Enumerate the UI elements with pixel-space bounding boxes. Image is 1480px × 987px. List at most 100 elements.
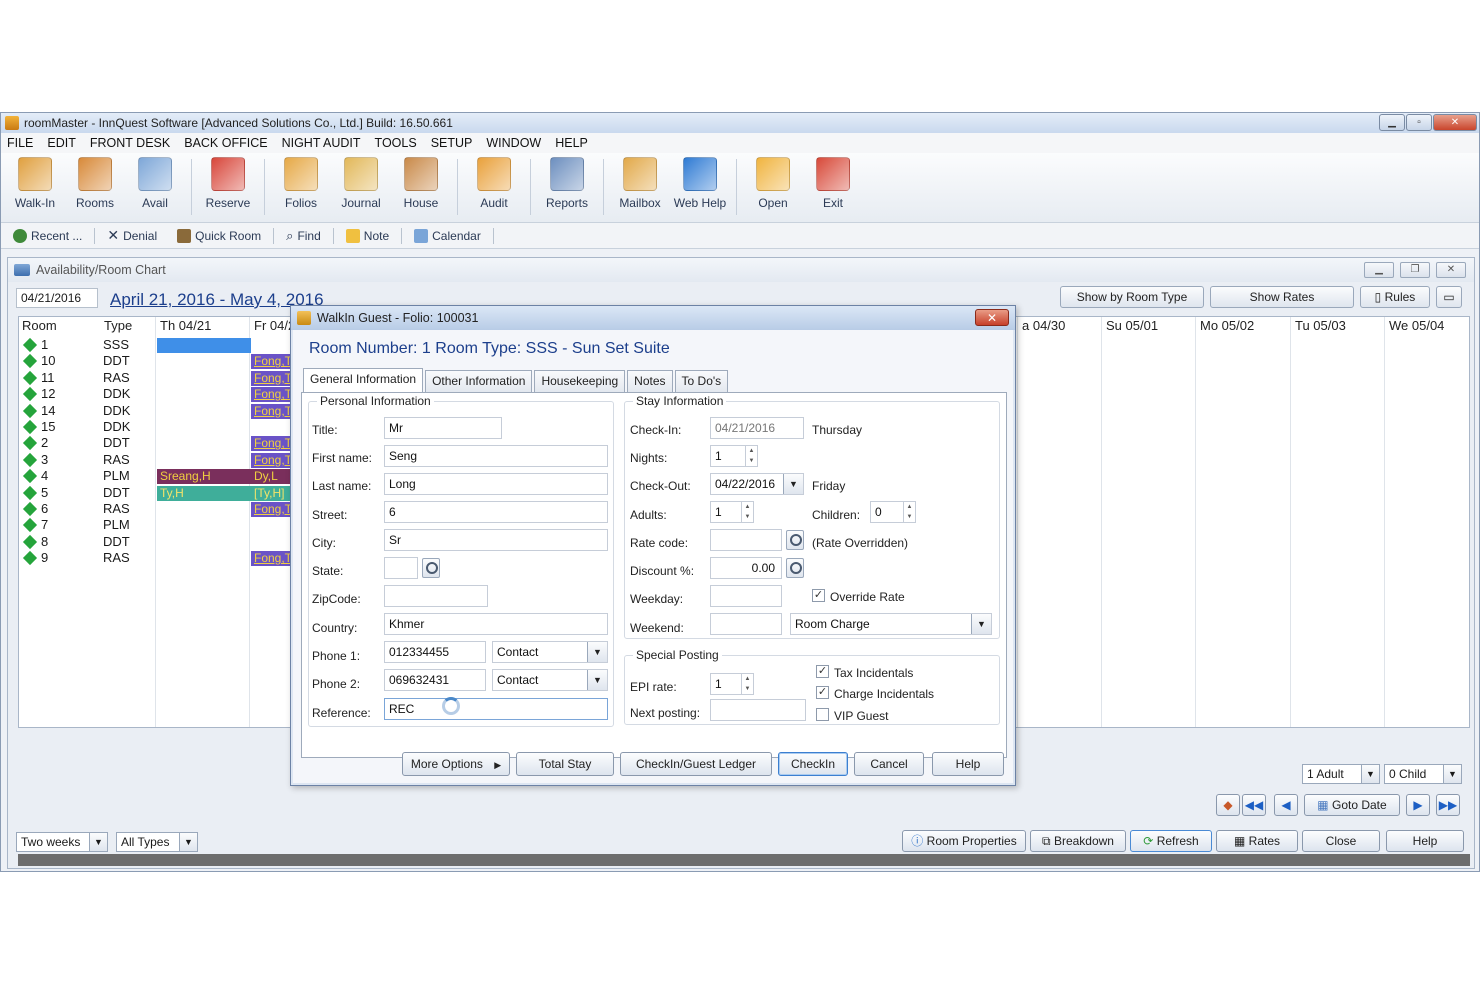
toolbar-walk-in-button[interactable]: Walk-In bbox=[5, 153, 65, 210]
nights-stepper[interactable]: 1 ▲ ▼ bbox=[710, 445, 758, 467]
spin-arrows-icon[interactable]: ▲ ▼ bbox=[745, 446, 757, 466]
discount-field[interactable]: 0.00 bbox=[710, 557, 782, 579]
chart-restore-button[interactable]: ❐ bbox=[1400, 262, 1430, 278]
room-row[interactable]: 2 DDT bbox=[19, 435, 149, 451]
first-page-button[interactable]: ◀◀ bbox=[1242, 794, 1266, 816]
tab-other-information[interactable]: Other Information bbox=[425, 370, 533, 392]
booking-bar[interactable]: Fong,T bbox=[251, 452, 291, 468]
phone-1-field[interactable]: 012334455 bbox=[384, 641, 486, 663]
window-view-button[interactable]: ▭ bbox=[1436, 286, 1462, 308]
discount-lookup-button[interactable] bbox=[786, 558, 804, 578]
tab-general-information[interactable]: General Information bbox=[303, 368, 424, 392]
room-properties-button[interactable]: ⓘ Room Properties bbox=[902, 830, 1026, 852]
children-stepper[interactable]: 0 ▲ ▼ bbox=[870, 501, 916, 523]
rate-code-lookup-button[interactable] bbox=[786, 530, 804, 550]
total-stay-button[interactable]: Total Stay bbox=[516, 752, 614, 776]
title-field[interactable]: Mr bbox=[384, 417, 502, 439]
menu-setup[interactable]: SETUP bbox=[431, 136, 473, 150]
dialog-close-button[interactable]: ✕ bbox=[975, 309, 1009, 326]
toolbar-reports-button[interactable]: Reports bbox=[537, 153, 597, 210]
room-row[interactable]: 7 PLM bbox=[19, 517, 149, 533]
menu-file[interactable]: FILE bbox=[7, 136, 33, 150]
rules-button[interactable]: ▯ Rules bbox=[1360, 286, 1430, 308]
menu-back-office[interactable]: BACK OFFICE bbox=[184, 136, 267, 150]
denial-button[interactable]: ✕ Denial bbox=[99, 227, 165, 244]
menu-night-audit[interactable]: NIGHT AUDIT bbox=[282, 136, 361, 150]
toolbar-mailbox-button[interactable]: Mailbox bbox=[610, 153, 670, 210]
show-by-room-type-button[interactable]: Show by Room Type bbox=[1060, 286, 1204, 308]
checkin-button[interactable]: CheckIn bbox=[778, 752, 848, 776]
note-button[interactable]: Note bbox=[338, 228, 397, 243]
chevron-down-icon[interactable]: ▼ bbox=[783, 474, 803, 494]
toolbar-rooms-button[interactable]: Rooms bbox=[65, 153, 125, 210]
chart-horizontal-scrollbar[interactable] bbox=[18, 854, 1470, 866]
booking-bar[interactable]: Fong,T bbox=[251, 370, 291, 386]
weekend-rate-field[interactable] bbox=[710, 613, 782, 635]
adults-stepper[interactable]: 1 ▲ ▼ bbox=[710, 501, 754, 523]
minimize-button[interactable]: ▁ bbox=[1379, 114, 1405, 131]
close-button[interactable]: ✕ bbox=[1433, 114, 1477, 131]
room-row[interactable]: 11 RAS bbox=[19, 370, 149, 386]
reference-field[interactable]: REC bbox=[384, 698, 608, 720]
state-lookup-button[interactable] bbox=[422, 558, 440, 578]
zipcode-field[interactable] bbox=[384, 585, 488, 607]
booking-bar[interactable]: Dy,L bbox=[251, 469, 291, 485]
show-rates-button[interactable]: Show Rates bbox=[1210, 286, 1354, 308]
menu-front-desk[interactable]: FRONT DESK bbox=[90, 136, 170, 150]
check-out-date-field[interactable]: 04/22/2016 ▼ bbox=[710, 473, 804, 495]
child-select[interactable]: 0 Child ▼ bbox=[1384, 764, 1462, 784]
phone-2-type-select[interactable]: Contact ▼ bbox=[492, 669, 608, 691]
booking-bar[interactable] bbox=[157, 338, 251, 353]
booking-bar[interactable]: Fong,T bbox=[251, 354, 291, 370]
booking-bar[interactable]: Fong,T bbox=[251, 502, 291, 517]
state-field[interactable] bbox=[384, 557, 418, 579]
menu-edit[interactable]: EDIT bbox=[47, 136, 75, 150]
first-name-field[interactable]: Seng bbox=[384, 445, 608, 467]
goto-date-button[interactable]: ▦ Goto Date bbox=[1304, 794, 1400, 816]
phone-2-field[interactable]: 069632431 bbox=[384, 669, 486, 691]
chart-minimize-button[interactable]: ▁ bbox=[1364, 262, 1394, 278]
vip-guest-checkbox[interactable] bbox=[816, 708, 829, 721]
toolbar-reserve-button[interactable]: Reserve bbox=[198, 153, 258, 210]
type-filter-select[interactable]: All Types ▼ bbox=[116, 832, 198, 852]
room-row[interactable]: 3 RAS bbox=[19, 452, 149, 468]
close-chart-button[interactable]: Close bbox=[1302, 830, 1380, 852]
refresh-button[interactable]: ⟳ Refresh bbox=[1130, 830, 1212, 852]
toolbar-journal-button[interactable]: Journal bbox=[331, 153, 391, 210]
booking-bar[interactable]: Sreang,H bbox=[157, 469, 251, 485]
menu-help[interactable]: HELP bbox=[555, 136, 588, 150]
room-row[interactable]: 12 DDK bbox=[19, 386, 149, 402]
last-page-button[interactable]: ▶▶ bbox=[1436, 794, 1460, 816]
toolbar-exit-button[interactable]: Exit bbox=[803, 153, 863, 210]
city-field[interactable]: Sr bbox=[384, 529, 608, 551]
room-row[interactable]: 9 RAS bbox=[19, 550, 149, 566]
dialog-help-button[interactable]: Help bbox=[932, 752, 1004, 776]
quick-room-button[interactable]: Quick Room bbox=[169, 228, 269, 243]
tab-to-dos[interactable]: To Do's bbox=[674, 370, 729, 392]
room-row[interactable]: 1 SSS bbox=[19, 337, 149, 353]
room-row[interactable]: 4 PLM bbox=[19, 468, 149, 484]
breakdown-button[interactable]: ⧉ Breakdown bbox=[1030, 830, 1126, 852]
room-row[interactable]: 15 DDK bbox=[19, 419, 149, 435]
street-field[interactable]: 6 bbox=[384, 501, 608, 523]
spin-arrows-icon[interactable]: ▲ ▼ bbox=[741, 674, 753, 694]
check-in-date-field[interactable]: 04/21/2016 bbox=[710, 417, 804, 439]
override-rate-checkbox[interactable]: ✓ bbox=[812, 589, 825, 602]
booking-bar[interactable]: Fong,T bbox=[251, 403, 291, 419]
spin-arrows-icon[interactable]: ▲ ▼ bbox=[741, 502, 753, 522]
toolbar-house-button[interactable]: House bbox=[391, 153, 451, 210]
previous-button[interactable]: ◀ bbox=[1274, 794, 1298, 816]
rate-code-field[interactable] bbox=[710, 529, 782, 551]
next-button[interactable]: ▶ bbox=[1406, 794, 1430, 816]
room-row[interactable]: 6 RAS bbox=[19, 501, 149, 517]
booking-bar[interactable]: Fong,T bbox=[251, 436, 291, 452]
cancel-button[interactable]: Cancel bbox=[854, 752, 924, 776]
toolbar-open-button[interactable]: Open bbox=[743, 153, 803, 210]
booking-bar[interactable]: Fong,T bbox=[251, 387, 291, 403]
palette-button[interactable]: ◆ bbox=[1216, 794, 1240, 816]
menu-window[interactable]: WINDOW bbox=[486, 136, 541, 150]
tab-notes[interactable]: Notes bbox=[627, 370, 673, 392]
recent-button[interactable]: Recent ... bbox=[5, 228, 90, 243]
charge-incidentals-checkbox[interactable]: ✓ bbox=[816, 686, 829, 699]
tab-housekeeping[interactable]: Housekeeping bbox=[534, 370, 626, 392]
